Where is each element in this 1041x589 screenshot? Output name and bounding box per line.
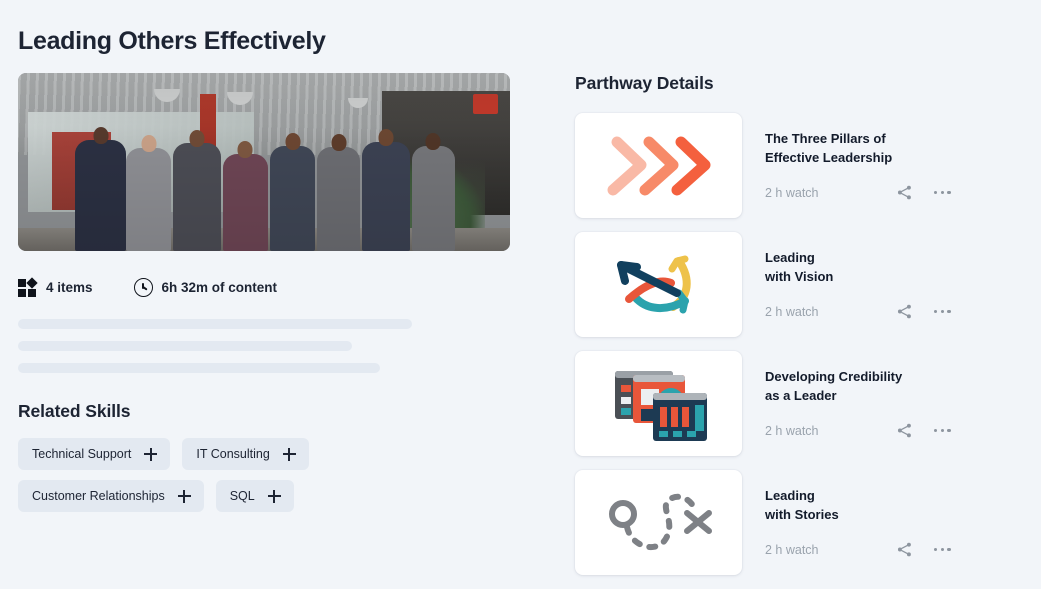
pathway-card-title: Leading with Stories xyxy=(765,488,839,522)
items-count-label: 4 items xyxy=(46,280,93,295)
crossing-arrows-icon xyxy=(616,255,691,313)
pathway-card-title: Leading with Vision xyxy=(765,250,834,284)
content-duration-label: 6h 32m of content xyxy=(161,280,278,295)
pathway-card-thumbnail[interactable] xyxy=(575,351,742,456)
pathway-card-title: The Three Pillars of Effective Leadershi… xyxy=(765,131,893,165)
content-duration: 6h 32m of content xyxy=(133,278,278,297)
plus-icon[interactable] xyxy=(144,447,158,461)
share-icon[interactable] xyxy=(896,184,913,201)
skill-chip-label: Customer Relationships xyxy=(32,489,165,503)
skill-chip-label: Technical Support xyxy=(32,447,132,461)
skill-chip-customer-relationships[interactable]: Customer Relationships xyxy=(18,480,204,512)
pathway-card-actions xyxy=(896,422,1025,439)
pathway-detail-page: Leading Others Effectively 4 items 6h 32… xyxy=(0,0,1041,588)
pathway-card-duration: 2 h watch xyxy=(765,304,819,319)
right-column: Parthway Details The Three Pillars of Ef… xyxy=(575,0,1025,589)
left-column: Leading Others Effectively 4 items 6h 32… xyxy=(18,0,538,512)
pathway-card-actions xyxy=(896,184,1025,201)
treasure-map-path-icon xyxy=(608,493,712,550)
grid-items-icon xyxy=(18,277,38,297)
plus-icon[interactable] xyxy=(282,447,296,461)
plus-icon[interactable] xyxy=(177,489,191,503)
pathway-card-footer: 2 h watch xyxy=(765,303,1025,337)
pathway-card-duration: 2 h watch xyxy=(765,542,819,557)
related-skills-chips: Technical Support IT Consulting Customer… xyxy=(18,438,438,512)
pathway-card-footer: 2 h watch xyxy=(765,541,1025,575)
pathway-card-body: The Three Pillars of Effective Leadershi… xyxy=(742,113,1025,218)
pathway-card-actions xyxy=(896,303,1025,320)
page-title: Leading Others Effectively xyxy=(18,27,326,55)
pathway-card-thumbnail[interactable] xyxy=(575,232,742,337)
more-options-icon[interactable] xyxy=(933,428,951,433)
pathway-card[interactable]: Leading with Stories 2 h watch xyxy=(575,470,1025,575)
pathway-card-footer: 2 h watch xyxy=(765,184,1025,218)
items-count: 4 items xyxy=(18,277,93,297)
content-meta-row: 4 items 6h 32m of content xyxy=(18,277,538,297)
more-options-icon[interactable] xyxy=(933,190,951,195)
pathway-card[interactable]: Leading with Vision 2 h watch xyxy=(575,232,1025,337)
skeleton-bar xyxy=(18,319,412,329)
pathway-card-body: Leading with Stories 2 h watch xyxy=(742,470,1025,575)
skill-chip-technical-support[interactable]: Technical Support xyxy=(18,438,171,470)
share-icon[interactable] xyxy=(896,422,913,439)
share-icon[interactable] xyxy=(896,303,913,320)
pathway-card-duration: 2 h watch xyxy=(765,185,819,200)
more-options-icon[interactable] xyxy=(933,309,951,314)
pathway-card[interactable]: Developing Credibility as a Leader 2 h w… xyxy=(575,351,1025,456)
plus-icon[interactable] xyxy=(267,489,281,503)
three-chevrons-icon xyxy=(607,136,710,195)
share-icon[interactable] xyxy=(896,541,913,558)
skill-chip-label: SQL xyxy=(229,489,255,503)
hero-vignette xyxy=(18,73,510,251)
related-skills-heading: Related Skills xyxy=(18,401,131,421)
pathway-card-body: Developing Credibility as a Leader 2 h w… xyxy=(742,351,1025,456)
pathway-card-list: The Three Pillars of Effective Leadershi… xyxy=(575,113,1025,575)
skeleton-bar xyxy=(18,341,352,351)
pathway-card-duration: 2 h watch xyxy=(765,423,819,438)
clock-icon xyxy=(133,278,153,297)
skill-chip-label: IT Consulting xyxy=(196,447,270,461)
stacked-dashboard-windows-icon xyxy=(614,370,707,441)
skill-chip-sql[interactable]: SQL xyxy=(215,480,294,512)
pathway-card-thumbnail[interactable] xyxy=(575,470,742,575)
pathway-card[interactable]: The Three Pillars of Effective Leadershi… xyxy=(575,113,1025,218)
hero-image xyxy=(18,73,510,251)
skeleton-bar xyxy=(18,363,380,373)
pathway-card-thumbnail[interactable] xyxy=(575,113,742,218)
description-skeleton xyxy=(18,319,538,373)
pathway-card-footer: 2 h watch xyxy=(765,422,1025,456)
pathway-details-heading: Parthway Details xyxy=(575,73,714,93)
more-options-icon[interactable] xyxy=(933,547,951,552)
pathway-card-title: Developing Credibility as a Leader xyxy=(765,369,903,403)
skill-chip-it-consulting[interactable]: IT Consulting xyxy=(182,438,309,470)
pathway-card-body: Leading with Vision 2 h watch xyxy=(742,232,1025,337)
pathway-card-actions xyxy=(896,541,1025,558)
